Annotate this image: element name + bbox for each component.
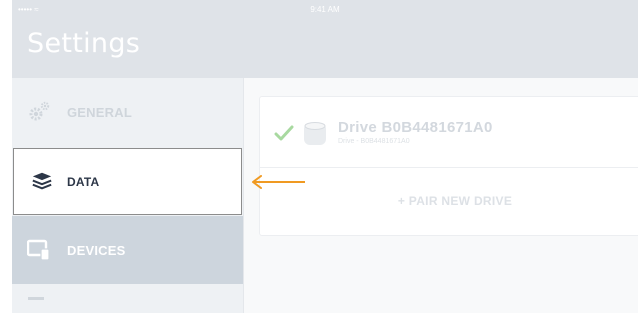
sidebar-item-data[interactable]: DATA <box>13 148 242 215</box>
status-time: 9:41 AM <box>310 5 340 14</box>
drive-icon <box>304 122 326 145</box>
drives-card: Drive B0B4481671A0 Drive - B0B4481671A0 … <box>259 96 638 236</box>
sidebar-item-partial[interactable] <box>12 287 243 313</box>
sidebar-item-label: DEVICES <box>67 242 126 258</box>
partial-icon <box>28 297 44 300</box>
pointer-arrow-icon <box>252 175 305 189</box>
drive-row[interactable]: Drive B0B4481671A0 Drive - B0B4481671A0 <box>260 97 638 168</box>
sidebar-item-general[interactable]: GENERAL <box>12 78 243 146</box>
pair-new-drive-button[interactable]: + PAIR NEW DRIVE <box>260 167 638 235</box>
drive-name: Drive B0B4481671A0 <box>338 119 493 136</box>
sidebar-item-devices[interactable]: DEVICES <box>12 216 243 284</box>
devices-icon <box>27 239 50 261</box>
main-content: Drive B0B4481671A0 Drive - B0B4481671A0 … <box>244 78 638 313</box>
check-icon <box>274 125 294 141</box>
sidebar-item-label: GENERAL <box>67 104 132 120</box>
status-bar: ••••• ≈ 9:41 AM <box>12 0 638 20</box>
drive-subtitle: Drive - B0B4481671A0 <box>338 138 410 145</box>
layers-icon <box>32 172 52 190</box>
page-title: Settings <box>27 28 141 59</box>
sidebar-item-label: DATA <box>67 175 100 189</box>
gears-icon <box>29 101 50 121</box>
header: ••••• ≈ 9:41 AM Settings <box>12 0 638 78</box>
